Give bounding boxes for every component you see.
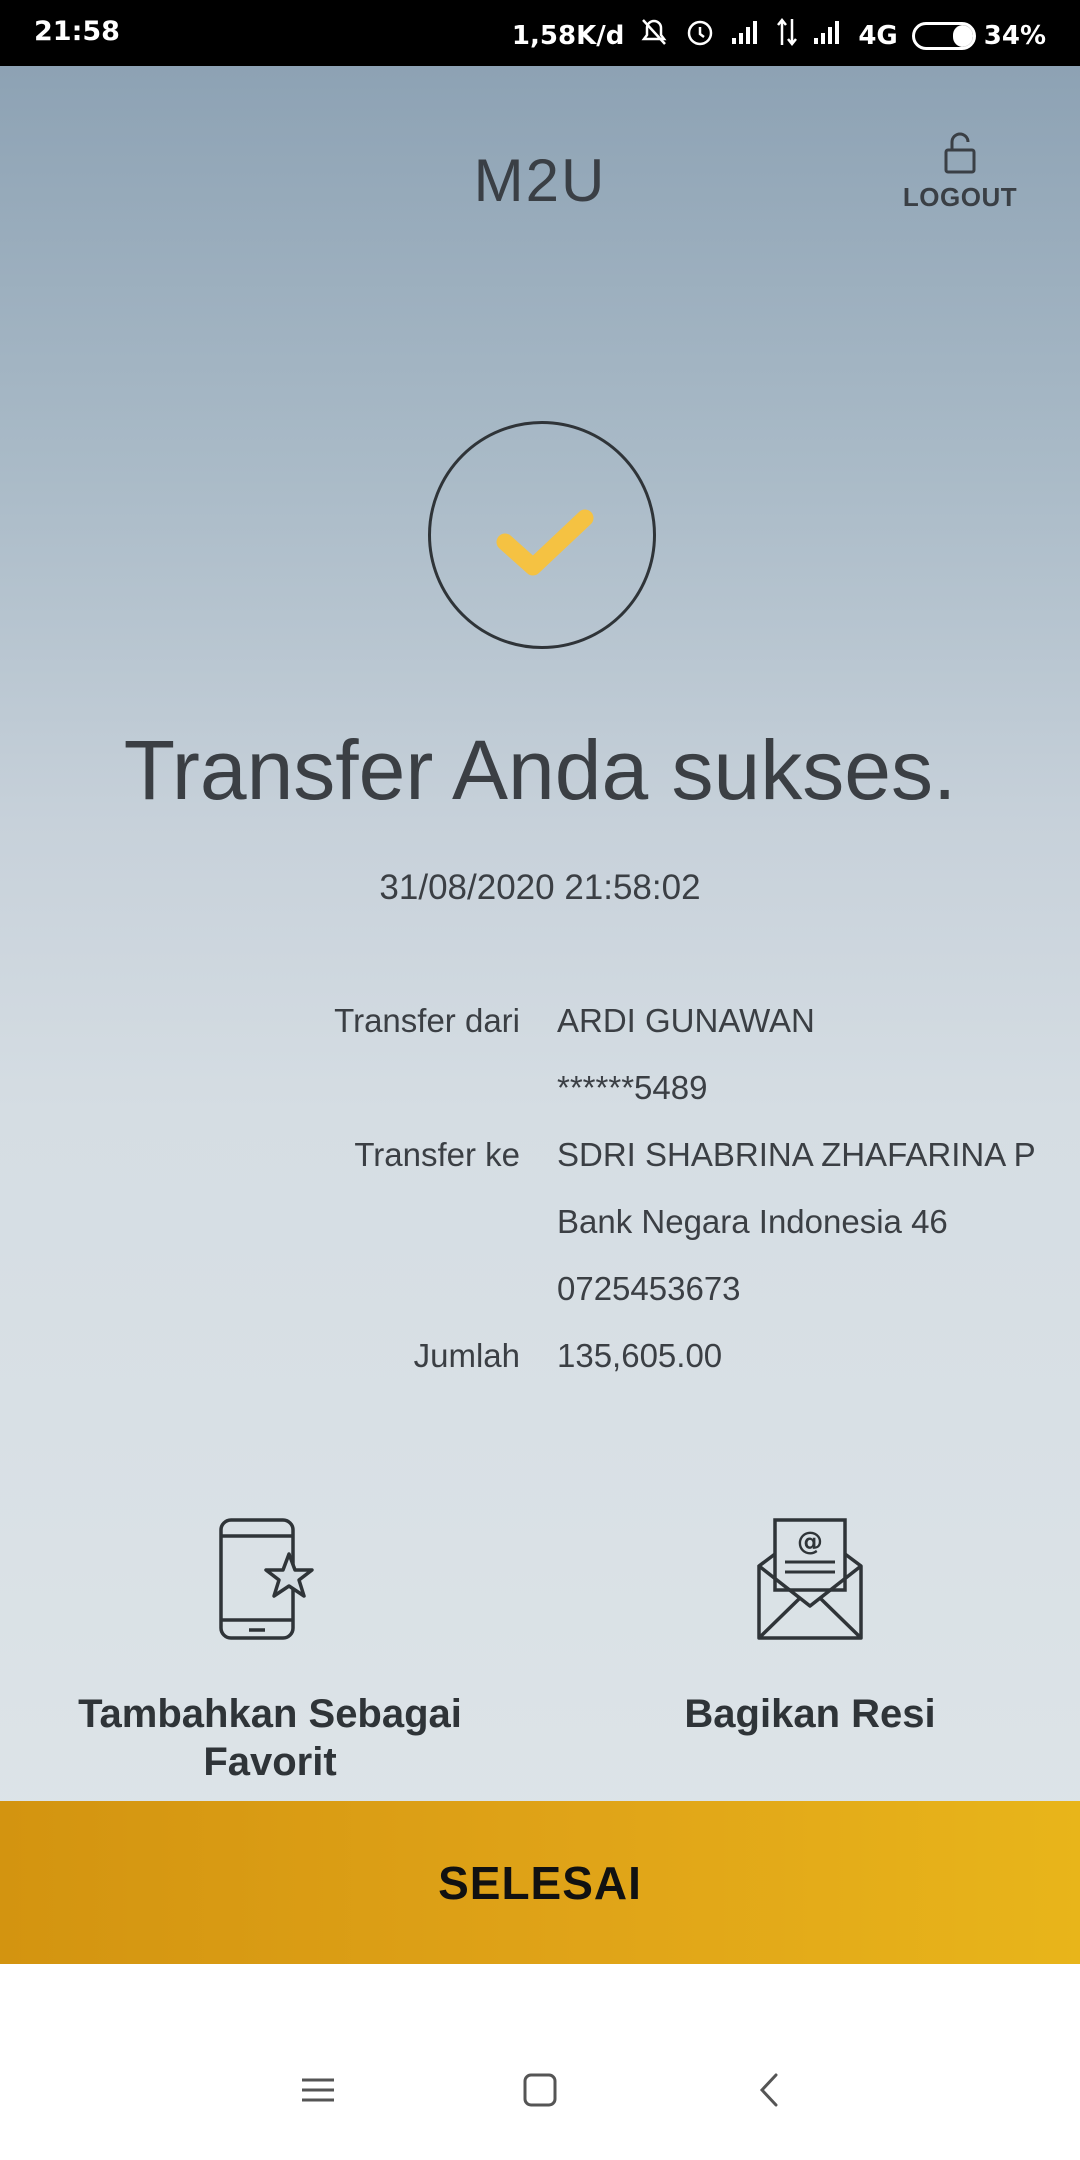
logout-label: LOGOUT — [902, 182, 1018, 212]
screen: 21:58 1,58K/d 4G 34% M2U LOGOUT Transfer… — [0, 0, 1080, 2160]
add-favorite-label: Tambahkan Sebagai Favorit — [78, 1692, 462, 1784]
to-name: SDRI SHABRINA ZHAFARINA P — [557, 1136, 1036, 1173]
svg-text:@: @ — [797, 1527, 823, 1557]
status-time: 21:58 — [34, 16, 120, 47]
network-speed: 1,58K/d — [511, 20, 625, 51]
done-label: SELESAI — [438, 1856, 642, 1909]
logout-button[interactable]: LOGOUT — [900, 130, 1020, 213]
transaction-timestamp: 31/08/2020 21:58:02 — [379, 868, 701, 907]
to-bank: Bank Negara Indonesia 46 — [557, 1203, 948, 1240]
mute-icon — [638, 16, 670, 55]
detail-row-from: Transfer dari ARDI GUNAWAN — [0, 996, 1080, 1063]
unlock-icon — [900, 130, 1020, 174]
battery-indicator: 34% — [911, 20, 1046, 51]
signal-icon — [812, 18, 844, 53]
mail-icon: @ — [560, 1516, 1060, 1642]
phone-star-icon — [20, 1516, 520, 1642]
signal-icon — [730, 18, 762, 53]
share-receipt-label: Bagikan Resi — [684, 1692, 936, 1736]
detail-row-amount: Jumlah 135,605.00 — [0, 1331, 1080, 1398]
add-favorite-button[interactable]: Tambahkan Sebagai Favorit — [20, 1516, 520, 1786]
to-label: Transfer ke — [354, 1136, 520, 1173]
status-right: 1,58K/d 4G 34% — [512, 16, 1046, 55]
success-title: Transfer Anda sukses. — [123, 723, 957, 817]
from-account: ******5489 — [557, 1069, 708, 1106]
amount-label: Jumlah — [413, 1337, 520, 1374]
battery-fill — [953, 24, 973, 47]
from-label: Transfer dari — [334, 1002, 520, 1039]
status-bar: 21:58 1,58K/d 4G 34% — [0, 0, 1080, 66]
data-arrows-icon — [776, 17, 798, 54]
menu-icon[interactable] — [300, 2072, 336, 2113]
app-body: M2U LOGOUT Transfer Anda sukses. 31/08/2… — [0, 66, 1080, 1867]
from-name: ARDI GUNAWAN — [557, 1002, 815, 1039]
battery-percent: 34% — [983, 20, 1046, 51]
detail-row-to-account: 0725453673 — [0, 1264, 1080, 1331]
network-type: 4G — [858, 20, 898, 51]
back-chevron-icon[interactable] — [752, 2072, 788, 2113]
detail-row-to: Transfer ke SDRI SHABRINA ZHAFARINA P — [0, 1130, 1080, 1197]
share-receipt-button[interactable]: @ Bagikan Resi — [560, 1516, 1060, 1738]
amount-value: 135,605.00 — [557, 1337, 723, 1374]
success-circle — [428, 421, 656, 649]
transfer-details: Transfer dari ARDI GUNAWAN ******5489 Tr… — [0, 996, 1080, 1398]
to-account: 0725453673 — [557, 1270, 741, 1307]
checkmark-icon — [496, 509, 594, 576]
home-square-icon[interactable] — [522, 2072, 558, 2113]
navigation-bar — [0, 2030, 1080, 2160]
done-button[interactable]: SELESAI — [0, 1801, 1080, 1964]
detail-row-to-bank: Bank Negara Indonesia 46 — [0, 1197, 1080, 1264]
detail-row-from-account: ******5489 — [0, 1063, 1080, 1130]
alarm-icon — [684, 16, 716, 55]
battery-icon — [911, 21, 976, 50]
